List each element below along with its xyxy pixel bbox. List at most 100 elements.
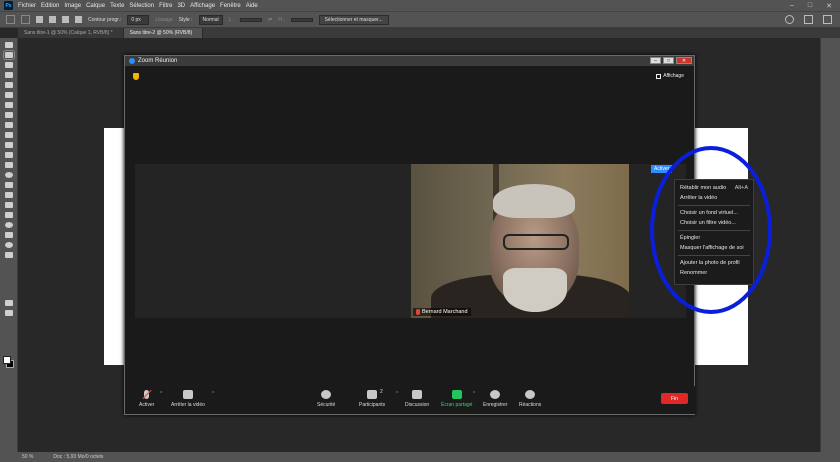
intersect-selection-icon[interactable] bbox=[75, 16, 82, 23]
brush-icon[interactable] bbox=[4, 122, 13, 128]
status-bar: 50 % Doc : 5,93 Mo/0 octets bbox=[0, 452, 840, 462]
participant-video-tile[interactable]: Bernard Marchand bbox=[411, 164, 629, 318]
video-area: Bernard Marchand bbox=[135, 164, 686, 318]
share-screen-icon bbox=[451, 390, 462, 399]
new-selection-icon[interactable] bbox=[36, 16, 43, 23]
quick-mask-icon[interactable] bbox=[4, 300, 13, 306]
swap-icon[interactable]: ⇄ bbox=[268, 17, 272, 23]
zoom-level[interactable]: 50 % bbox=[22, 454, 33, 460]
tab-document-2[interactable]: Sans titre-2 @ 50% (RVB/8) bbox=[123, 28, 204, 38]
video-camera-icon bbox=[182, 390, 193, 399]
magic-wand-icon[interactable] bbox=[4, 72, 13, 78]
workspace-icon[interactable] bbox=[804, 15, 813, 24]
marquee-tool-icon[interactable] bbox=[21, 15, 30, 24]
close-icon[interactable]: ✕ bbox=[826, 2, 832, 10]
lasso-icon[interactable] bbox=[4, 62, 13, 68]
menu-affichage[interactable]: Affichage bbox=[190, 3, 215, 9]
tab-document-1[interactable]: Sans titre-1 @ 50% (Calque 1, RVB/8) * bbox=[18, 28, 124, 38]
photoshop-logo: Ps bbox=[4, 1, 13, 10]
record-button[interactable]: Enregistrer bbox=[483, 390, 507, 408]
video-options-caret-icon[interactable]: ⌃ bbox=[211, 391, 215, 397]
share-icon[interactable] bbox=[823, 15, 832, 24]
frame-icon[interactable] bbox=[4, 92, 13, 98]
type-icon[interactable] bbox=[4, 202, 13, 208]
zoom-close-icon[interactable]: ✕ bbox=[676, 57, 692, 64]
crop-icon[interactable] bbox=[4, 82, 13, 88]
menu-edition[interactable]: Edition bbox=[41, 3, 59, 9]
screen-mode-icon[interactable] bbox=[4, 310, 13, 316]
person-beard bbox=[503, 268, 567, 312]
menu-fenetre[interactable]: Fenêtre bbox=[220, 3, 241, 9]
subtract-selection-icon[interactable] bbox=[62, 16, 69, 23]
stop-video-label: Arrêter la vidéo bbox=[171, 402, 205, 408]
eyedropper-icon[interactable] bbox=[4, 102, 13, 108]
menu-texte[interactable]: Texte bbox=[110, 3, 124, 9]
eraser-icon[interactable] bbox=[4, 152, 13, 158]
select-mask-button[interactable]: Sélectionner et masquer... bbox=[318, 14, 389, 25]
record-icon bbox=[490, 390, 501, 399]
end-meeting-button[interactable]: Fin bbox=[661, 393, 688, 404]
rectangle-marquee-icon[interactable] bbox=[2, 50, 15, 60]
blur-icon[interactable] bbox=[4, 172, 13, 178]
zoom-tool-icon[interactable] bbox=[4, 242, 13, 248]
security-button[interactable]: Sécurité bbox=[317, 390, 335, 408]
menu-selection[interactable]: Sélection bbox=[129, 3, 154, 9]
audio-options-caret-icon[interactable]: ⌃ bbox=[159, 391, 163, 397]
person-hair bbox=[493, 184, 575, 218]
gradient-icon[interactable] bbox=[4, 162, 13, 168]
stop-video-button[interactable]: Arrêter la vidéo bbox=[171, 390, 205, 408]
path-select-icon[interactable] bbox=[4, 212, 13, 218]
person-glasses bbox=[503, 234, 569, 250]
width-input[interactable] bbox=[240, 17, 262, 22]
contour-input[interactable]: 0 px bbox=[127, 14, 150, 25]
zoom-maximize-icon[interactable]: □ bbox=[663, 57, 674, 64]
healing-brush-icon[interactable] bbox=[4, 112, 13, 118]
stamp-icon[interactable] bbox=[4, 132, 13, 138]
dodge-icon[interactable] bbox=[4, 182, 13, 188]
photoshop-menubar: Ps Fichier Edition Image Calque Texte Sé… bbox=[0, 0, 840, 11]
menu-filtre[interactable]: Filtre bbox=[159, 3, 172, 9]
height-input[interactable] bbox=[290, 17, 313, 22]
right-panel-strip bbox=[820, 38, 840, 452]
doc-size: Doc : 5,93 Mo/0 octets bbox=[53, 454, 104, 460]
menu-aide[interactable]: Aide bbox=[246, 3, 258, 9]
window-controls: – □ ✕ bbox=[790, 2, 840, 10]
chat-button[interactable]: Discussion bbox=[405, 390, 429, 408]
maximize-icon[interactable]: □ bbox=[808, 2, 812, 10]
move-tool-icon[interactable] bbox=[4, 42, 13, 48]
participants-count: 2 bbox=[380, 389, 383, 395]
foreground-color-swatch[interactable] bbox=[3, 356, 11, 364]
history-brush-icon[interactable] bbox=[4, 142, 13, 148]
hand-icon[interactable] bbox=[4, 232, 13, 238]
reactions-button[interactable]: Réactions bbox=[519, 390, 541, 408]
zoom-logo-icon bbox=[129, 58, 135, 64]
security-label: Sécurité bbox=[317, 402, 336, 408]
zoom-titlebar: Zoom Réunion – □ ✕ bbox=[125, 56, 694, 66]
share-screen-button[interactable]: Écran partagé bbox=[441, 390, 472, 408]
zoom-minimize-icon[interactable]: – bbox=[650, 57, 661, 64]
participants-caret-icon[interactable]: ⌃ bbox=[395, 391, 399, 397]
participants-icon bbox=[367, 390, 378, 399]
home-icon[interactable] bbox=[6, 15, 15, 24]
menu-3d[interactable]: 3D bbox=[177, 3, 185, 9]
share-options-caret-icon[interactable]: ⌃ bbox=[472, 391, 476, 397]
shape-icon[interactable] bbox=[4, 222, 13, 228]
search-icon[interactable] bbox=[785, 15, 794, 24]
view-button[interactable]: Affichage bbox=[656, 73, 684, 79]
pen-icon[interactable] bbox=[4, 192, 13, 198]
more-tools-icon[interactable] bbox=[4, 252, 13, 258]
chat-label: Discussion bbox=[405, 402, 430, 408]
security-shield-icon[interactable] bbox=[133, 73, 139, 80]
menu-image[interactable]: Image bbox=[64, 3, 81, 9]
add-selection-icon[interactable] bbox=[49, 16, 56, 23]
menu-calque[interactable]: Calque bbox=[86, 3, 105, 9]
minimize-icon[interactable]: – bbox=[790, 2, 794, 10]
unmute-label: Activer bbox=[139, 402, 155, 408]
tools-panel bbox=[0, 38, 18, 452]
style-select[interactable]: Normal bbox=[198, 14, 223, 25]
menu-fichier[interactable]: Fichier bbox=[18, 3, 36, 9]
unmute-button[interactable]: Activer bbox=[139, 390, 154, 408]
participant-name: Bernard Marchand bbox=[422, 309, 468, 315]
lissage-checkbox[interactable]: Lissage bbox=[155, 17, 172, 23]
style-label: Style : bbox=[178, 16, 193, 23]
